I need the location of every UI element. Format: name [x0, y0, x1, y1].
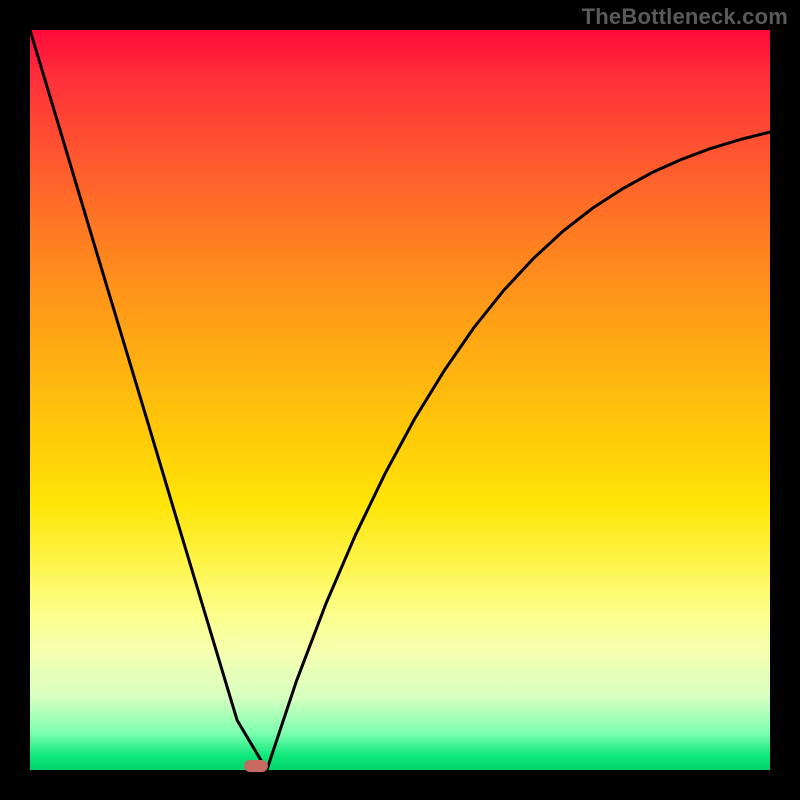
chart-marker: [244, 760, 268, 772]
chart-curve: [30, 30, 770, 770]
chart-frame: TheBottleneck.com: [0, 0, 800, 800]
chart-plot-area: [30, 30, 770, 770]
watermark-text: TheBottleneck.com: [582, 4, 788, 30]
chart-curve-svg: [30, 30, 770, 770]
